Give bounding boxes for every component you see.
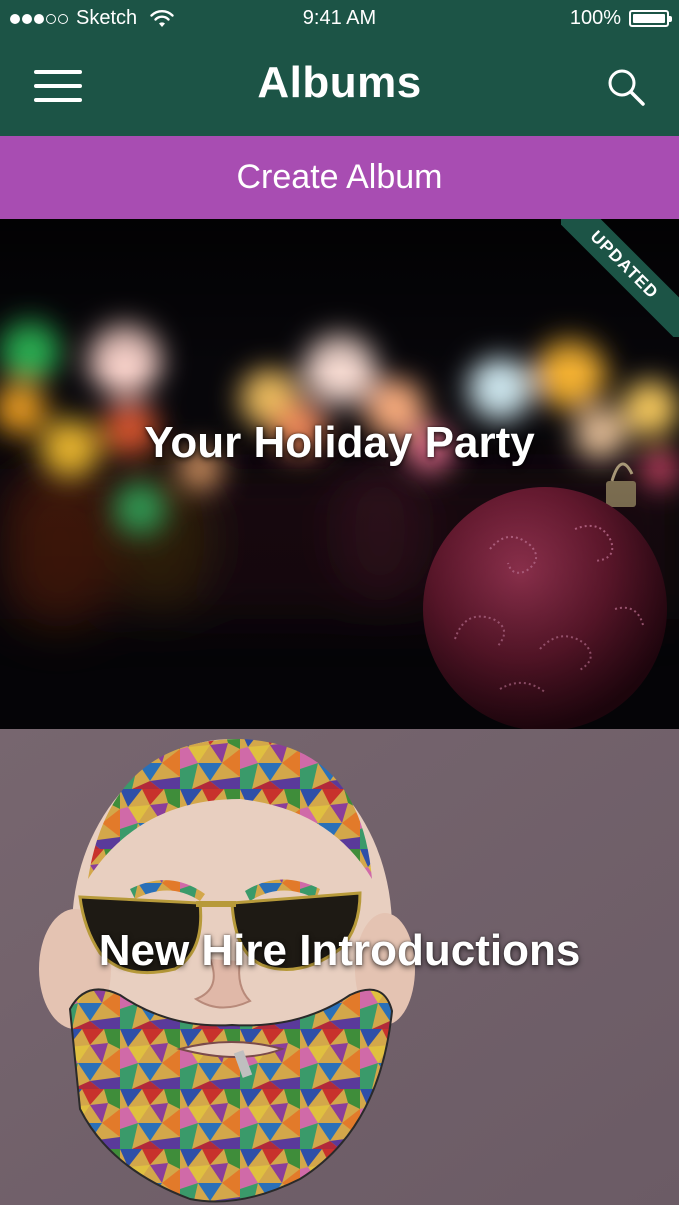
updated-badge-label: UPDATED [561, 219, 679, 337]
search-icon[interactable] [605, 66, 647, 108]
battery-percent: 100% [569, 7, 621, 29]
status-bar: Sketch 9:41 AM 100% [0, 0, 679, 36]
status-right: 100% [569, 7, 672, 30]
album-title: New Hire Introductions [98, 926, 581, 975]
navigation-bar: Albums [0, 36, 679, 136]
album-title: Your Holiday Party [144, 418, 535, 467]
updated-badge: UPDATED [561, 219, 679, 337]
create-album-button[interactable]: Create Album [0, 136, 679, 219]
album-card-new-hire-introductions[interactable]: New Hire Introductions [0, 729, 679, 1205]
page-title: Albums [257, 58, 422, 107]
battery-icon [629, 10, 672, 27]
album-card-holiday-party[interactable]: Your Holiday Party UPDATED [0, 219, 679, 729]
